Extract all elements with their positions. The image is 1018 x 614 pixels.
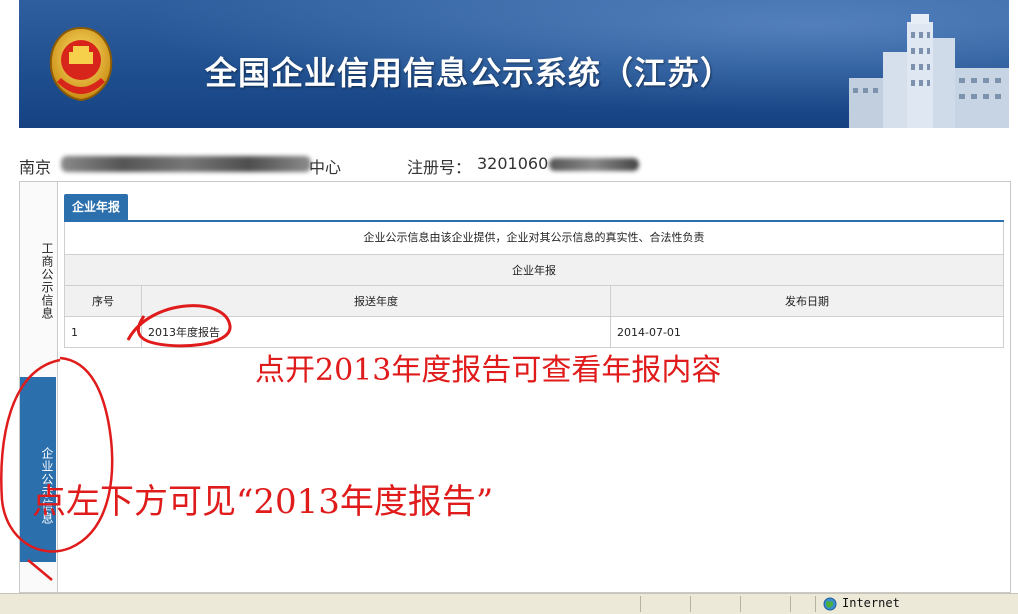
annual-report-link[interactable]: 2013年度报告	[148, 326, 220, 339]
table-caption-row: 企业年报	[64, 254, 1004, 286]
status-separator	[690, 596, 691, 612]
annual-report-table: 企业年报 序号 报送年度 发布日期 1 2013年度报告 2014-07-01	[64, 254, 1004, 348]
national-emblem-icon	[49, 26, 113, 102]
status-separator	[640, 596, 641, 612]
row-index: 1	[64, 316, 142, 348]
annotation-text-top: 点开2013年度报告可查看年报内容	[255, 353, 722, 388]
column-header-date: 发布日期	[610, 285, 1004, 317]
company-name-suffix: 中心	[309, 158, 342, 177]
content-panel: 企业年报 企业公示信息由该企业提供，企业对其公示信息的真实性、合法性负责 企业年…	[64, 190, 1004, 350]
column-header-year: 报送年度	[141, 285, 611, 317]
sidebar-item-enterprise-info[interactable]: 企业公示信息	[20, 377, 56, 562]
status-separator	[815, 596, 816, 612]
table-row: 1 2013年度报告 2014-07-01	[64, 316, 1004, 348]
annotation-text-bottom: 点左下方可见“2013年度报告”	[32, 482, 494, 522]
sidebar-item-gongshang-info[interactable]: 工商公示信息	[20, 217, 56, 337]
table-caption: 企业年报	[64, 254, 1004, 286]
table-header-row: 序号 报送年度 发布日期	[64, 285, 1004, 317]
tab-bar: 企业年报	[64, 190, 1004, 222]
page-title: 全国企业信用信息公示系统（江苏）	[205, 54, 734, 92]
browser-status-bar: Internet	[0, 593, 1018, 614]
status-separator	[790, 596, 791, 612]
company-info-line: 南京 中心 注册号： 3201060	[19, 152, 999, 177]
tab-annual-report[interactable]: 企业年报	[64, 194, 129, 220]
globe-icon	[823, 597, 837, 611]
building-icon	[849, 14, 1009, 128]
redacted-registration-number	[549, 158, 639, 171]
side-navigation: 工商公示信息 企业公示信息	[20, 182, 58, 592]
header-banner: 全国企业信用信息公示系统（江苏）	[19, 0, 1009, 128]
security-zone-label: Internet	[842, 596, 900, 610]
status-separator	[740, 596, 741, 612]
column-header-index: 序号	[64, 285, 142, 317]
registration-label: 注册号：	[407, 158, 472, 177]
row-date: 2014-07-01	[610, 316, 1004, 348]
disclaimer-notice: 企业公示信息由该企业提供，企业对其公示信息的真实性、合法性负责	[64, 222, 1004, 255]
company-name: 南京	[19, 158, 52, 177]
registration-number: 3201060	[477, 154, 549, 173]
row-year-cell: 2013年度报告	[141, 316, 611, 348]
redacted-company-name	[61, 156, 311, 172]
